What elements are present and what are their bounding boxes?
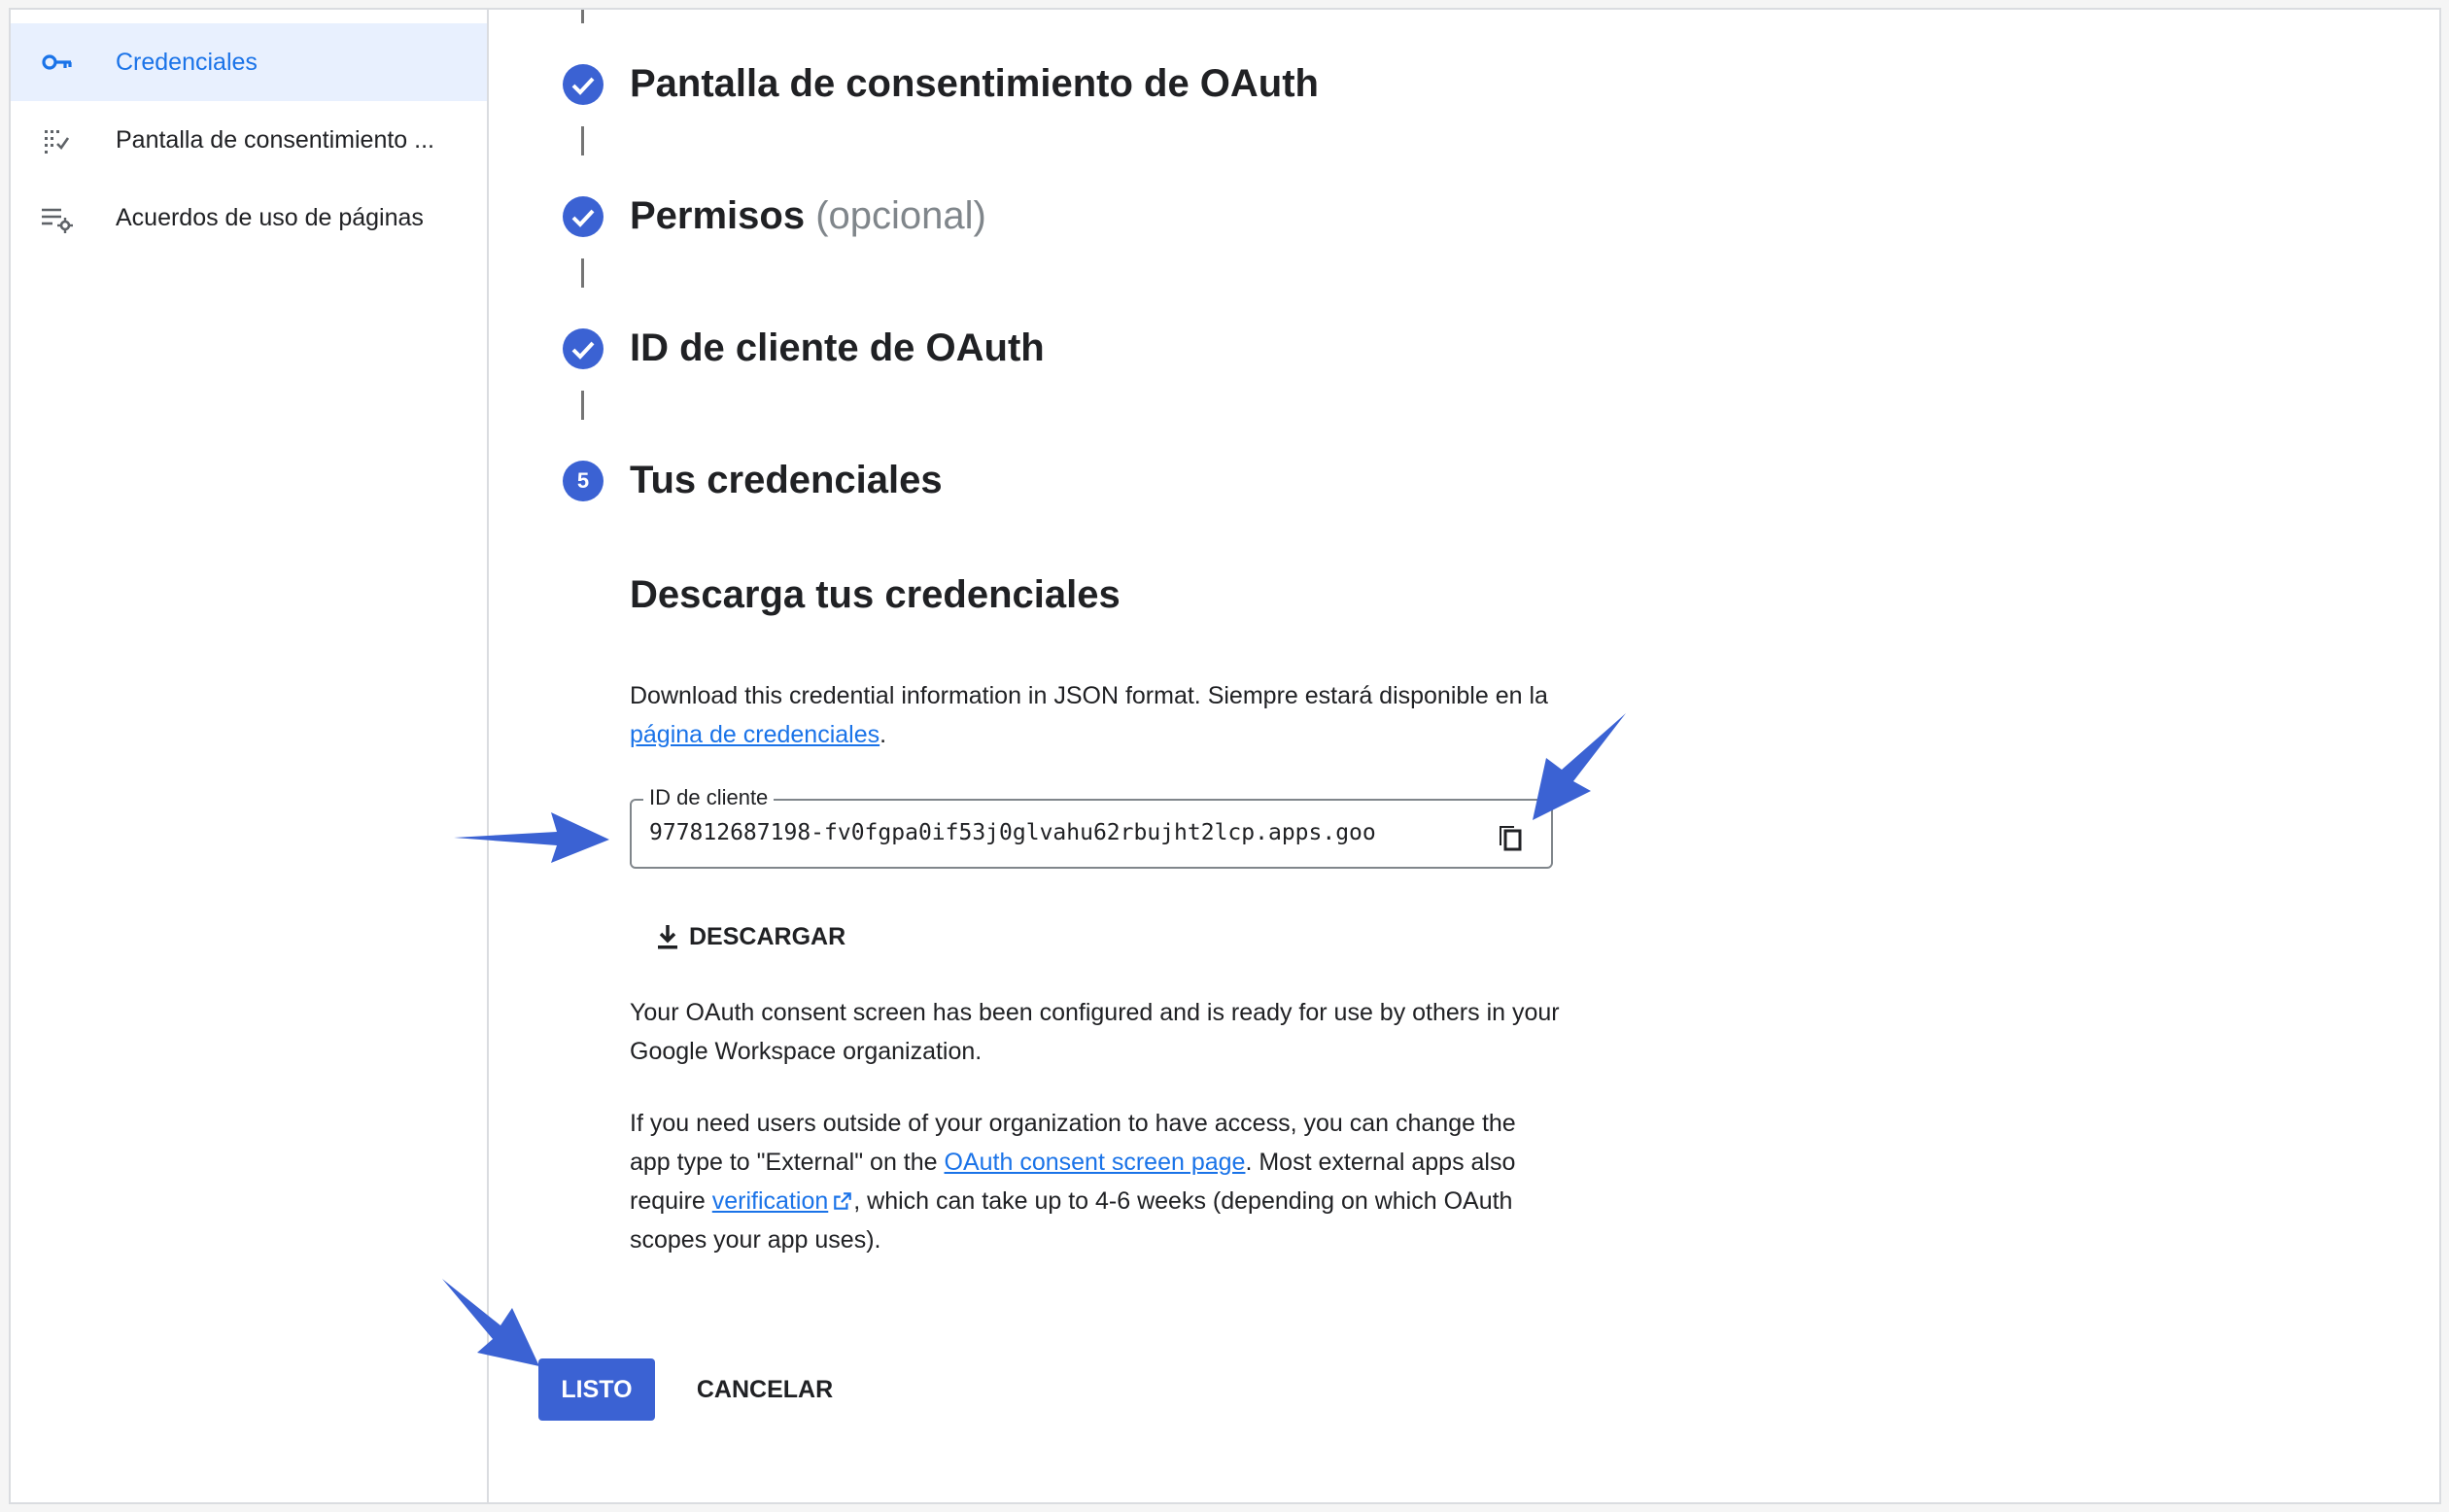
step-optional-label: (opcional): [815, 194, 986, 237]
step-title: Pantalla de consentimiento de OAuth: [630, 62, 1319, 105]
done-button[interactable]: LISTO: [538, 1358, 655, 1421]
step-title: Tus credenciales: [630, 459, 943, 501]
sidebar-item-credenciales[interactable]: Credenciales: [11, 23, 487, 101]
oauth-consent-screen-link[interactable]: OAuth consent screen page: [945, 1149, 1246, 1176]
client-id-value[interactable]: 977812687198-fv0fgpa0if53j0glvahu62rbujh…: [649, 820, 1466, 845]
step-connector: [581, 126, 584, 155]
cancel-button[interactable]: CANCELAR: [687, 1358, 843, 1421]
external-access-text: If you need users outside of your organi…: [630, 1104, 1563, 1259]
step-title: ID de cliente de OAuth: [630, 326, 1045, 369]
sidebar-item-label: Pantalla de consentimiento ...: [116, 125, 434, 154]
step-number-badge: 5: [563, 461, 604, 501]
description-end: .: [880, 721, 887, 748]
app-window: Credenciales Pantalla de consentimiento …: [9, 8, 2441, 1504]
sidebar: Credenciales Pantalla de consentimiento …: [11, 10, 489, 1502]
download-icon: [658, 925, 677, 949]
check-circle-icon: [563, 196, 604, 237]
sidebar-item-label: Credenciales: [116, 48, 258, 76]
step-connector: [581, 391, 584, 420]
step-connector: [581, 258, 584, 288]
step-title: Permisos (opcional): [630, 194, 986, 238]
verification-link[interactable]: verification: [712, 1187, 829, 1215]
sidebar-item-label: Acuerdos de uso de páginas: [116, 203, 424, 231]
step-title-text: Permisos: [630, 194, 806, 237]
section-heading: Descarga tus credenciales: [630, 573, 1121, 616]
key-icon: [42, 54, 72, 70]
client-id-field[interactable]: ID de cliente 977812687198-fv0fgpa0if53j…: [630, 785, 1553, 869]
download-description: Download this credential information in …: [630, 676, 1563, 754]
download-button[interactable]: DESCARGAR: [652, 913, 845, 960]
consent-screen-icon: [45, 130, 70, 154]
check-circle-icon: [563, 64, 604, 105]
credentials-page-link[interactable]: página de credenciales: [630, 721, 880, 748]
external-link-icon[interactable]: [832, 1190, 853, 1212]
step-connector: [581, 10, 584, 23]
sidebar-item-consent-screen[interactable]: Pantalla de consentimiento ...: [11, 101, 487, 179]
description-text: Download this credential information in …: [630, 682, 1548, 709]
download-button-label: DESCARGAR: [689, 922, 846, 950]
consent-configured-text: Your OAuth consent screen has been confi…: [630, 999, 1560, 1065]
check-circle-icon: [563, 328, 604, 369]
client-id-label: ID de cliente: [643, 785, 775, 810]
copy-icon[interactable]: [1491, 816, 1530, 855]
sidebar-item-acuerdos[interactable]: Acuerdos de uso de páginas: [11, 179, 487, 257]
list-settings-icon: [42, 208, 73, 233]
